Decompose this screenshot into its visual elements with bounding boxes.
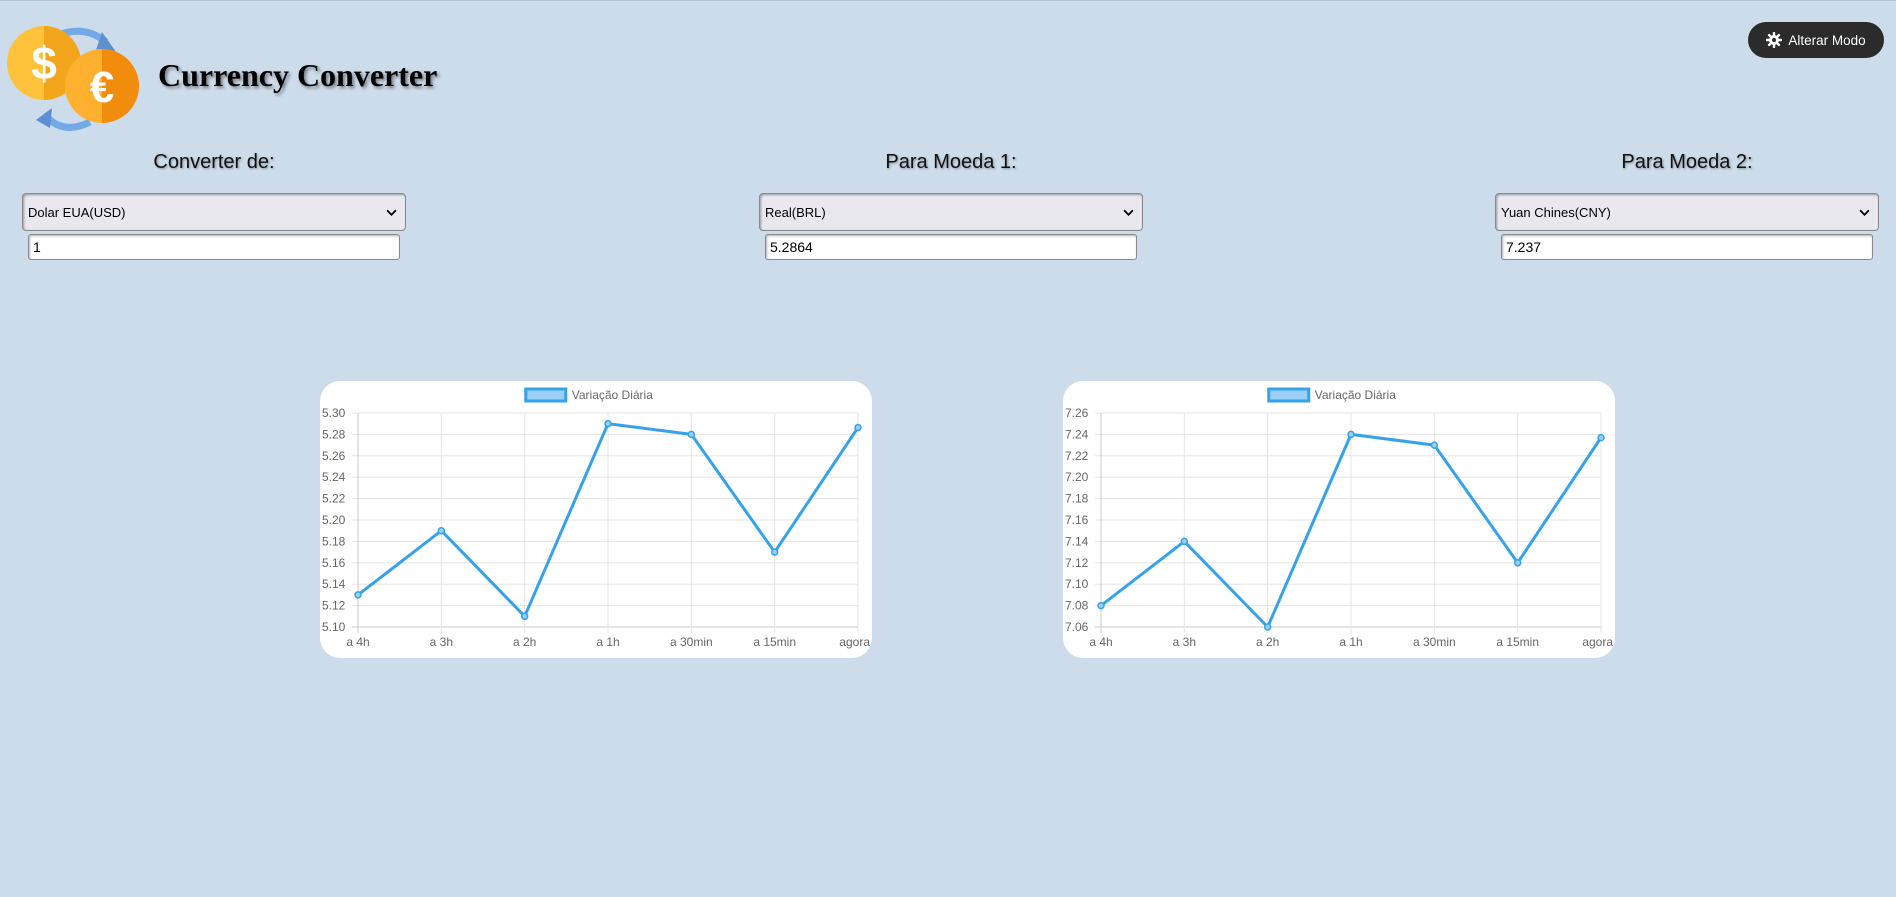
chart-card-2: 7.26 7.24 7.22 7.20 7.18 7.16 7.14 7.12 7.10 7.08… — [1063, 381, 1615, 658]
x-tick-label: a 3h — [1173, 635, 1196, 649]
data-point[interactable] — [770, 548, 779, 556]
to2-amount-input[interactable] — [1501, 234, 1873, 260]
chevron-down-icon — [1123, 209, 1134, 216]
to1-currency-value: Real(BRL) — [765, 204, 826, 220]
x-tick-label: agora — [839, 635, 870, 649]
toggle-mode-button[interactable]: Alterar Modo — [1748, 22, 1884, 58]
y-tick-label: 5.12 — [322, 599, 346, 613]
legend-label: Variação Diária — [572, 388, 653, 402]
chevron-down-icon — [1859, 209, 1870, 216]
x-tick-label: a 15min — [753, 635, 796, 649]
data-point[interactable] — [854, 423, 862, 432]
data-point[interactable] — [1263, 623, 1272, 631]
x-tick-label: a 2h — [1256, 635, 1279, 649]
y-tick-label: 5.30 — [322, 406, 346, 420]
y-tick-label: 7.08 — [1065, 599, 1089, 613]
to1-currency-group: Para Moeda 1: Real(BRL) — [759, 151, 1143, 260]
y-tick-label: 5.10 — [322, 620, 346, 634]
x-tick-label: agora — [1582, 635, 1613, 649]
data-point[interactable] — [354, 591, 362, 599]
data-point[interactable] — [437, 526, 446, 535]
y-tick-label: 5.18 — [322, 534, 346, 548]
y-tick-label: 7.24 — [1065, 427, 1089, 441]
svg-text:$: $ — [31, 37, 57, 89]
y-tick-label: 7.22 — [1065, 449, 1089, 463]
from-currency-select[interactable]: Dolar EUA(USD) — [22, 193, 406, 231]
from-currency-value: Dolar EUA(USD) — [28, 204, 126, 220]
data-point[interactable] — [1513, 559, 1522, 567]
y-tick-label: 7.26 — [1065, 406, 1089, 420]
data-point[interactable] — [1097, 601, 1105, 610]
x-tick-label: a 1h — [1339, 635, 1362, 649]
to1-amount-input[interactable] — [765, 234, 1137, 260]
data-point[interactable] — [1430, 441, 1439, 449]
from-currency-group: Converter de: Dolar EUA(USD) — [22, 151, 406, 260]
data-point[interactable] — [1180, 537, 1189, 546]
chevron-down-icon — [386, 209, 397, 216]
x-tick-label: a 4h — [1089, 635, 1112, 649]
y-tick-label: 7.10 — [1065, 577, 1089, 591]
currency-exchange-logo-icon: $ € — [6, 16, 142, 134]
y-tick-label: 5.22 — [322, 492, 346, 506]
y-tick-label: 7.14 — [1065, 534, 1089, 548]
x-tick-label: a 15min — [1496, 635, 1539, 649]
data-point[interactable] — [1347, 430, 1355, 439]
chart-card-1: 5.30 5.28 5.26 5.24 5.22 5.20 5.18 5.16 5.14 5.12… — [320, 381, 872, 658]
y-tick-label: 5.26 — [322, 449, 346, 463]
x-tick-label: a 4h — [346, 635, 369, 649]
to2-heading: Para Moeda 2: — [1621, 151, 1753, 173]
legend-swatch — [1267, 387, 1311, 403]
y-tick-label: 7.12 — [1065, 556, 1089, 570]
x-tick-label: a 3h — [430, 635, 453, 649]
data-point[interactable] — [604, 419, 612, 428]
y-tick-label: 5.14 — [322, 577, 346, 591]
line-chart-1: 5.30 5.28 5.26 5.24 5.22 5.20 5.18 5.16 5.14 5.12… — [322, 387, 870, 649]
from-heading: Converter de: — [153, 151, 275, 173]
to2-currency-select[interactable]: Yuan Chines(CNY) — [1495, 193, 1879, 231]
to1-currency-select[interactable]: Real(BRL) — [759, 193, 1143, 231]
y-tick-label: 5.28 — [322, 427, 346, 441]
app-title: Currency Converter — [158, 57, 438, 93]
data-point[interactable] — [520, 612, 529, 621]
chart-legend[interactable]: Variação Diária — [524, 387, 653, 403]
legend-swatch — [524, 387, 568, 403]
y-tick-label: 7.16 — [1065, 513, 1089, 527]
x-tick-label: a 2h — [513, 635, 536, 649]
y-tick-label: 7.20 — [1065, 470, 1089, 484]
data-point[interactable] — [687, 430, 696, 439]
y-tick-label: 7.06 — [1065, 620, 1089, 634]
y-tick-label: 5.24 — [322, 470, 346, 484]
line-chart-2: 7.26 7.24 7.22 7.20 7.18 7.16 7.14 7.12 7.10 7.08… — [1065, 387, 1613, 649]
data-point[interactable] — [1597, 433, 1605, 442]
x-tick-label: a 30min — [670, 635, 713, 649]
chart-legend[interactable]: Variação Diária — [1267, 387, 1396, 403]
to1-heading: Para Moeda 1: — [885, 151, 1017, 173]
from-amount-input[interactable] — [28, 234, 400, 260]
toggle-mode-label: Alterar Modo — [1788, 32, 1866, 48]
x-tick-label: a 30min — [1413, 635, 1456, 649]
x-tick-label: a 1h — [596, 635, 619, 649]
legend-label: Variação Diária — [1315, 388, 1396, 402]
to2-currency-group: Para Moeda 2: Yuan Chines(CNY) — [1495, 151, 1879, 260]
svg-text:€: € — [90, 63, 114, 112]
y-tick-label: 7.18 — [1065, 492, 1089, 506]
gear-icon — [1766, 32, 1783, 48]
y-tick-label: 5.16 — [322, 556, 346, 570]
y-tick-label: 5.20 — [322, 513, 346, 527]
to2-currency-value: Yuan Chines(CNY) — [1501, 204, 1611, 220]
